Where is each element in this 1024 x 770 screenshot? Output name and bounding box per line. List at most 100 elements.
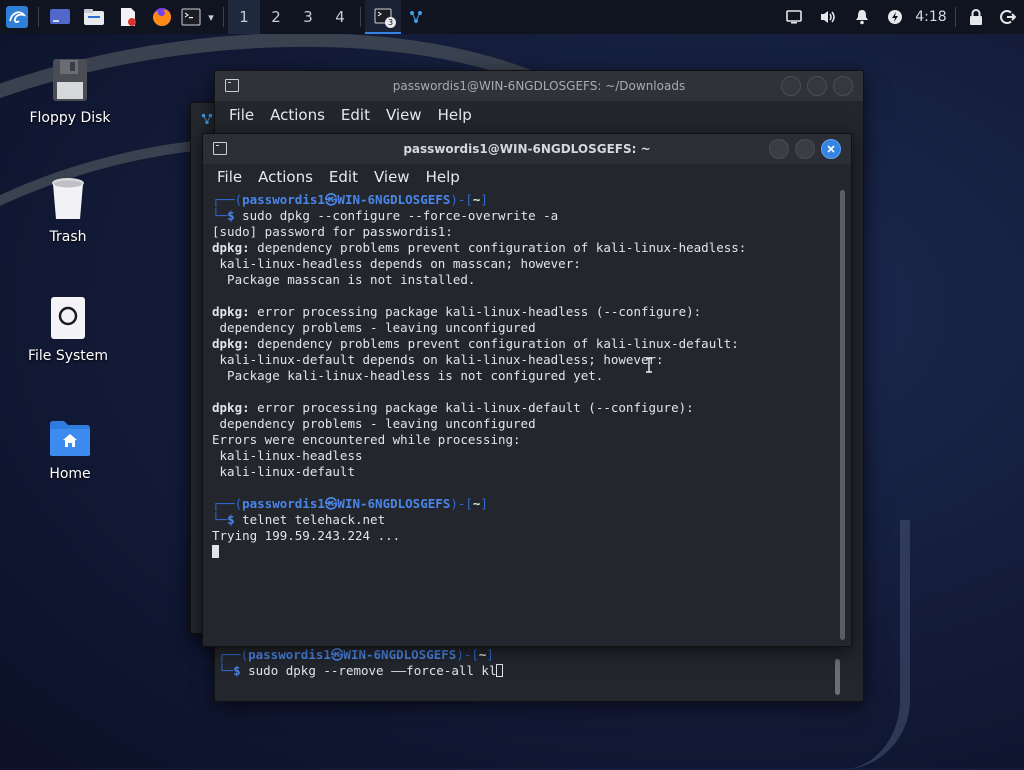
menu-view[interactable]: View <box>378 106 430 124</box>
clock[interactable]: 4:18 <box>911 0 951 34</box>
workspace-4[interactable]: 4 <box>324 0 356 34</box>
desktop-icon-home[interactable]: Home <box>10 418 130 482</box>
prompt-corner-bottom: └─ <box>218 663 234 678</box>
volume-icon <box>821 11 835 23</box>
output-line-text: Package kali-linux-headless is not confi… <box>212 368 604 383</box>
desktop-icon-label: File System <box>27 348 109 364</box>
output-line: dpkg: dependency problems prevent config… <box>212 336 739 351</box>
menu-view[interactable]: View <box>366 168 418 186</box>
command-text: sudo dpkg --configure --force-overwrite … <box>242 208 559 223</box>
scrollbar[interactable] <box>840 190 845 640</box>
prompt-at-symbol: ㉿ <box>330 647 344 662</box>
notifications-indicator[interactable] <box>845 0 879 34</box>
firefox-launcher[interactable] <box>145 0 179 34</box>
output-line-text: dependency problems - leaving unconfigur… <box>212 416 536 431</box>
lock-screen-button[interactable] <box>960 0 992 34</box>
output-line-text: kali-linux-default depends on kali-linux… <box>212 352 664 367</box>
trash-icon <box>52 178 84 219</box>
window-count-badge: 3 <box>385 17 396 28</box>
output-line-prefix: dpkg: <box>212 400 250 415</box>
power-manager-indicator[interactable] <box>879 0 911 34</box>
file-manager-launcher[interactable] <box>77 0 111 34</box>
output-line-prefix: dpkg: <box>212 304 250 319</box>
desktop-icon-trash[interactable]: Trash <box>8 177 128 245</box>
menu-help[interactable]: Help <box>430 106 480 124</box>
prompt-host: WIN-6NGDLOSGEFS <box>337 192 451 207</box>
command-text: sudo dpkg --remove ——force-all kl <box>248 663 497 678</box>
floppy-disk-icon <box>53 59 87 101</box>
maximize-button[interactable] <box>807 76 827 96</box>
folder-icon <box>84 9 104 25</box>
chevron-down-icon[interactable]: ▾ <box>203 0 219 34</box>
close-button[interactable] <box>833 76 853 96</box>
text-editor-icon <box>121 8 136 26</box>
output-line: kali-linux-headless <box>212 448 363 463</box>
text-editor-launcher[interactable] <box>111 0 145 34</box>
menu-actions[interactable]: Actions <box>262 106 333 124</box>
workspace-2[interactable]: 2 <box>260 0 292 34</box>
menu-edit[interactable]: Edit <box>333 106 378 124</box>
output-line: dependency problems - leaving unconfigur… <box>212 320 536 335</box>
maximize-button[interactable] <box>795 139 815 159</box>
connection-status: Trying 199.59.243.224 ... <box>212 528 401 543</box>
menu-help[interactable]: Help <box>418 168 468 186</box>
menu-bar: File Actions Edit View Help <box>215 101 863 129</box>
output-line: dpkg: error processing package kali-linu… <box>212 400 694 415</box>
taskbar-terminal-group[interactable]: 3 <box>365 0 401 34</box>
desktop-icon-label: Floppy Disk <box>29 110 111 126</box>
volume-indicator[interactable] <box>811 0 845 34</box>
desktop-icon-floppy-disk[interactable]: Floppy Disk <box>10 58 130 126</box>
prompt-dir-close: ] <box>480 192 488 207</box>
terminal-window-home[interactable]: passwordis1@WIN-6NGDLOSGEFS: ~ File Acti… <box>202 133 852 647</box>
prompt-corner: ┌──( <box>212 496 243 511</box>
workspace-3[interactable]: 3 <box>292 0 324 34</box>
firefox-icon <box>153 8 171 26</box>
prompt-dir-open: )-[ <box>450 192 473 207</box>
terminal-icon <box>213 142 227 155</box>
command-output: [sudo] password for passwordis1: dpkg: d… <box>212 224 746 479</box>
network-graph-icon <box>201 113 213 125</box>
network-graph-icon <box>410 11 422 23</box>
desktop-icon-label: Home <box>49 466 91 482</box>
kali-menu-button[interactable] <box>0 0 34 34</box>
terminal-output[interactable]: ┌──(passwordis1㉿WIN-6NGDLOSGEFS)-[~] └─$… <box>203 192 746 560</box>
menu-actions[interactable]: Actions <box>250 168 321 186</box>
desktop-icon-file-system[interactable]: File System <box>8 296 128 364</box>
terminal-launcher[interactable] <box>179 0 203 34</box>
kali-dragon-icon <box>6 6 28 28</box>
prompt-dollar: $ <box>233 663 249 678</box>
window-controls <box>769 139 841 159</box>
menu-edit[interactable]: Edit <box>321 168 366 186</box>
terminal-output[interactable]: ┌──(passwordis1㉿WIN-6NGDLOSGEFS)-[~] └─$… <box>209 647 504 679</box>
output-line-text: kali-linux-headless <box>212 448 363 463</box>
menu-file[interactable]: File <box>221 106 262 124</box>
minimize-button[interactable] <box>781 76 801 96</box>
close-button[interactable] <box>821 139 841 159</box>
taskbar-app-button[interactable] <box>401 0 431 34</box>
output-line-prefix: dpkg: <box>212 336 250 351</box>
display-indicator[interactable] <box>777 0 811 34</box>
prompt-dir-open: )-[ <box>456 647 479 662</box>
top-panel: ▾ 1 2 3 4 3 4:18 <box>0 0 1024 34</box>
menu-file[interactable]: File <box>209 168 250 186</box>
hard-drive-icon <box>51 297 85 339</box>
window-title: passwordis1@WIN-6NGDLOSGEFS: ~/Downloads <box>392 79 686 93</box>
prompt-corner: ┌──( <box>218 647 249 662</box>
scrollbar[interactable] <box>835 659 840 695</box>
bell-icon <box>856 10 868 25</box>
logout-button[interactable] <box>992 0 1024 34</box>
output-line-text: kali-linux-headless depends on masscan; … <box>212 256 581 271</box>
prompt-user: passwordis1 <box>242 192 325 207</box>
output-line-text: kali-linux-default <box>212 464 355 479</box>
window-titlebar[interactable]: passwordis1@WIN-6NGDLOSGEFS: ~ <box>203 134 851 164</box>
prompt-dir-close: ] <box>480 496 488 511</box>
workspace-1[interactable]: 1 <box>228 0 260 34</box>
menu-bar: File Actions Edit View Help <box>203 164 851 190</box>
output-line-text: [sudo] password for passwordis1: <box>212 224 453 239</box>
window-titlebar[interactable]: passwordis1@WIN-6NGDLOSGEFS: ~/Downloads <box>215 71 863 101</box>
output-line: Package kali-linux-headless is not confi… <box>212 368 603 383</box>
show-desktop-button[interactable] <box>43 0 77 34</box>
minimize-button[interactable] <box>769 139 789 159</box>
prompt-at-symbol: ㉿ <box>324 192 338 207</box>
output-line: [sudo] password for passwordis1: <box>212 224 453 239</box>
